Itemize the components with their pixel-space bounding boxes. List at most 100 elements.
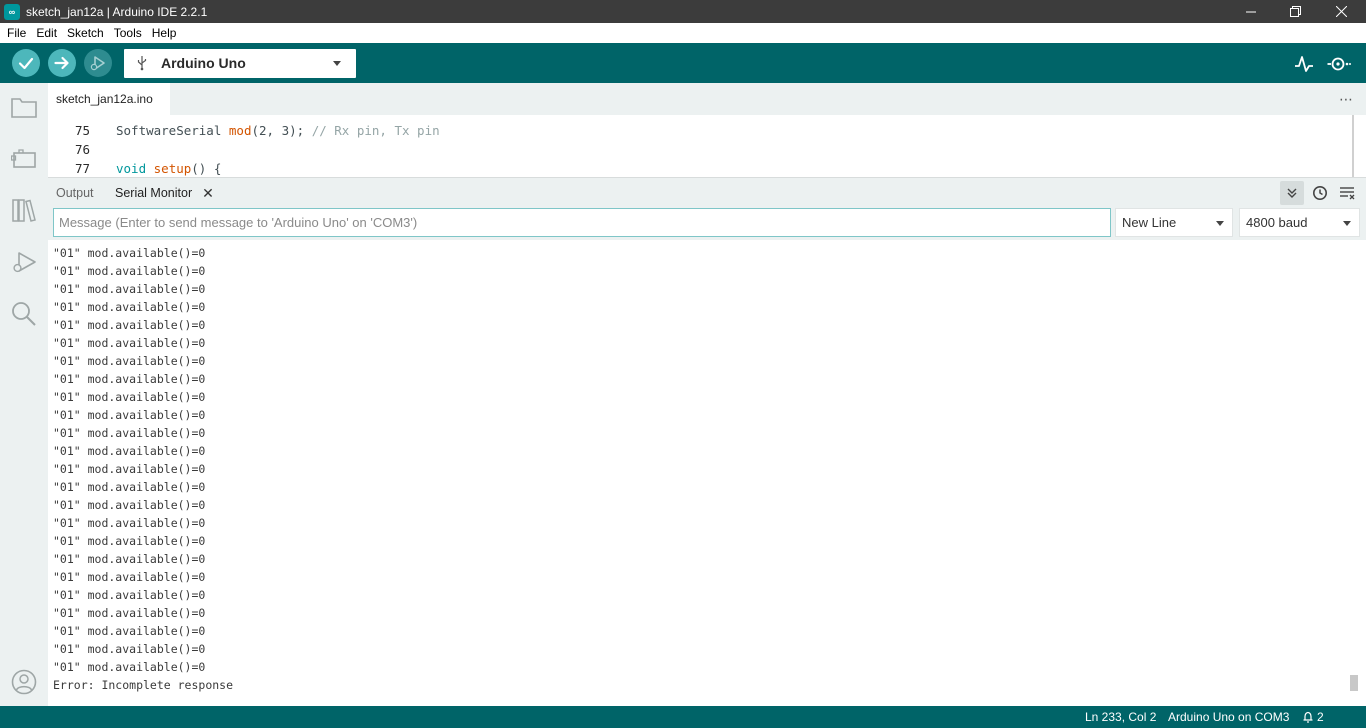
boards-manager-icon — [11, 149, 36, 168]
panel-tab-bar: Output Serial Monitor ✕ — [48, 177, 1366, 207]
debug-icon — [90, 56, 105, 71]
serial-message-input[interactable] — [53, 208, 1111, 237]
debug-button[interactable] — [84, 49, 112, 77]
serial-output-line: "01" mod.available()=0 — [53, 624, 206, 638]
serial-monitor-button[interactable] — [1327, 52, 1351, 76]
more-actions-icon[interactable]: ⋯ — [1339, 91, 1354, 108]
activity-sidebar — [0, 83, 48, 706]
library-icon — [12, 199, 36, 222]
serial-plotter-button[interactable] — [1292, 52, 1316, 76]
board-port-status[interactable]: Arduino Uno on COM3 — [1168, 710, 1289, 724]
line-ending-value: New Line — [1122, 215, 1177, 230]
serial-output-line: Error: Incomplete response — [53, 678, 234, 692]
line-number: 75 — [74, 123, 90, 138]
cursor-position[interactable]: Ln 233, Col 2 — [1085, 710, 1156, 724]
serial-output-line: "01" mod.available()=0 — [53, 606, 206, 620]
sketchbook-button[interactable] — [10, 93, 38, 121]
serial-output-line: "01" mod.available()=0 — [53, 354, 206, 368]
pulse-icon — [1295, 56, 1313, 72]
arduino-logo-icon: ∞ — [4, 3, 20, 20]
minimize-button[interactable] — [1228, 0, 1274, 23]
clear-output-icon — [1340, 187, 1355, 200]
tab-serial-monitor-label: Serial Monitor — [115, 186, 193, 200]
usb-icon — [137, 56, 147, 71]
serial-output-line: "01" mod.available()=0 — [53, 642, 206, 656]
close-icon — [1335, 6, 1347, 17]
boards-manager-button[interactable] — [10, 145, 38, 173]
code-text: void setup() { — [116, 161, 222, 176]
clock-icon — [1313, 186, 1327, 200]
editor-tab-bar: sketch_jan12a.ino ⋯ — [48, 83, 1366, 115]
code-line: 77 void setup() { — [48, 159, 1348, 177]
output-scrollbar[interactable] — [1350, 675, 1358, 691]
serial-output-line: "01" mod.available()=0 — [53, 570, 206, 584]
serial-output-line: "01" mod.available()=0 — [53, 318, 206, 332]
chevron-down-icon — [1343, 221, 1351, 226]
serial-output-line: "01" mod.available()=0 — [53, 552, 206, 566]
window-title: sketch_jan12a | Arduino IDE 2.2.1 — [26, 4, 208, 19]
serial-output-line: "01" mod.available()=0 — [53, 372, 206, 386]
minimize-icon — [1246, 11, 1256, 12]
serial-output-line: "01" mod.available()=0 — [53, 588, 206, 602]
serial-output-line: "01" mod.available()=0 — [53, 408, 206, 422]
serial-output-line: "01" mod.available()=0 — [53, 462, 206, 476]
folder-icon — [11, 98, 37, 118]
serial-output-line: "01" mod.available()=0 — [53, 390, 206, 404]
board-selector[interactable]: Arduino Uno — [124, 49, 356, 78]
serial-output-line: "01" mod.available()=0 — [53, 516, 206, 530]
baud-rate-select[interactable]: 4800 baud — [1239, 208, 1360, 237]
restore-button[interactable] — [1272, 0, 1318, 23]
notifications-button[interactable]: 2 — [1302, 710, 1324, 724]
serial-monitor-icon — [1327, 57, 1351, 71]
upload-button[interactable] — [48, 49, 76, 77]
code-editor[interactable]: 75 SoftwareSerial mod(2, 3); // Rx pin, … — [48, 115, 1366, 177]
code-line: 76 — [48, 140, 1348, 159]
restore-icon — [1289, 6, 1301, 17]
menu-bar: File Edit Sketch Tools Help — [0, 23, 1366, 43]
serial-output-line: "01" mod.available()=0 — [53, 444, 206, 458]
editor-scrollbar[interactable] — [1352, 115, 1354, 177]
notification-count: 2 — [1317, 710, 1324, 724]
close-window-button[interactable] — [1318, 0, 1364, 23]
board-name: Arduino Uno — [161, 55, 246, 71]
menu-tools[interactable]: Tools — [109, 23, 147, 43]
verify-button[interactable] — [12, 49, 40, 77]
baud-rate-value: 4800 baud — [1246, 215, 1308, 230]
toggle-timestamp-button[interactable] — [1308, 181, 1332, 205]
library-manager-button[interactable] — [10, 196, 38, 224]
serial-output-area[interactable]: "01" mod.available()=0 "01" mod.available… — [48, 240, 1366, 706]
menu-file[interactable]: File — [2, 23, 31, 43]
code-text: SoftwareSerial mod(2, 3); // Rx pin, Tx … — [116, 123, 440, 138]
tab-sketch-file[interactable]: sketch_jan12a.ino — [48, 83, 170, 115]
toggle-autoscroll-button[interactable] — [1280, 181, 1304, 205]
tab-output[interactable]: Output — [56, 178, 94, 208]
menu-help[interactable]: Help — [147, 23, 182, 43]
line-ending-select[interactable]: New Line — [1115, 208, 1233, 237]
serial-output-line: "01" mod.available()=0 — [53, 660, 206, 674]
code-line: 75 SoftwareSerial mod(2, 3); // Rx pin, … — [48, 121, 1348, 140]
line-number: 76 — [74, 142, 90, 157]
serial-output-line: "01" mod.available()=0 — [53, 336, 206, 350]
status-bar: Ln 233, Col 2 Arduino Uno on COM3 2 — [0, 706, 1366, 728]
serial-output-line: "01" mod.available()=0 — [53, 264, 206, 278]
serial-output-line: "01" mod.available()=0 — [53, 534, 206, 548]
menu-sketch[interactable]: Sketch — [62, 23, 109, 43]
close-icon[interactable]: ✕ — [202, 185, 214, 202]
chevron-down-icon — [1216, 221, 1224, 226]
serial-output-line: "01" mod.available()=0 — [53, 498, 206, 512]
account-icon — [11, 669, 37, 695]
clear-output-button[interactable] — [1335, 181, 1359, 205]
serial-input-row: New Line 4800 baud — [48, 207, 1366, 240]
serial-output-line: "01" mod.available()=0 — [53, 480, 206, 494]
search-button[interactable] — [10, 300, 38, 328]
tab-output-label: Output — [56, 186, 94, 200]
menu-edit[interactable]: Edit — [31, 23, 62, 43]
serial-output-line: "01" mod.available()=0 — [53, 300, 206, 314]
arrow-right-icon — [54, 56, 69, 70]
title-bar: ∞ sketch_jan12a | Arduino IDE 2.2.1 — [0, 0, 1366, 23]
tab-serial-monitor[interactable]: Serial Monitor ✕ — [115, 178, 214, 208]
serial-output-line: "01" mod.available()=0 — [53, 426, 206, 440]
serial-output-line: "01" mod.available()=0 — [53, 282, 206, 296]
debug-view-button[interactable] — [10, 248, 38, 276]
account-button[interactable] — [10, 668, 38, 696]
